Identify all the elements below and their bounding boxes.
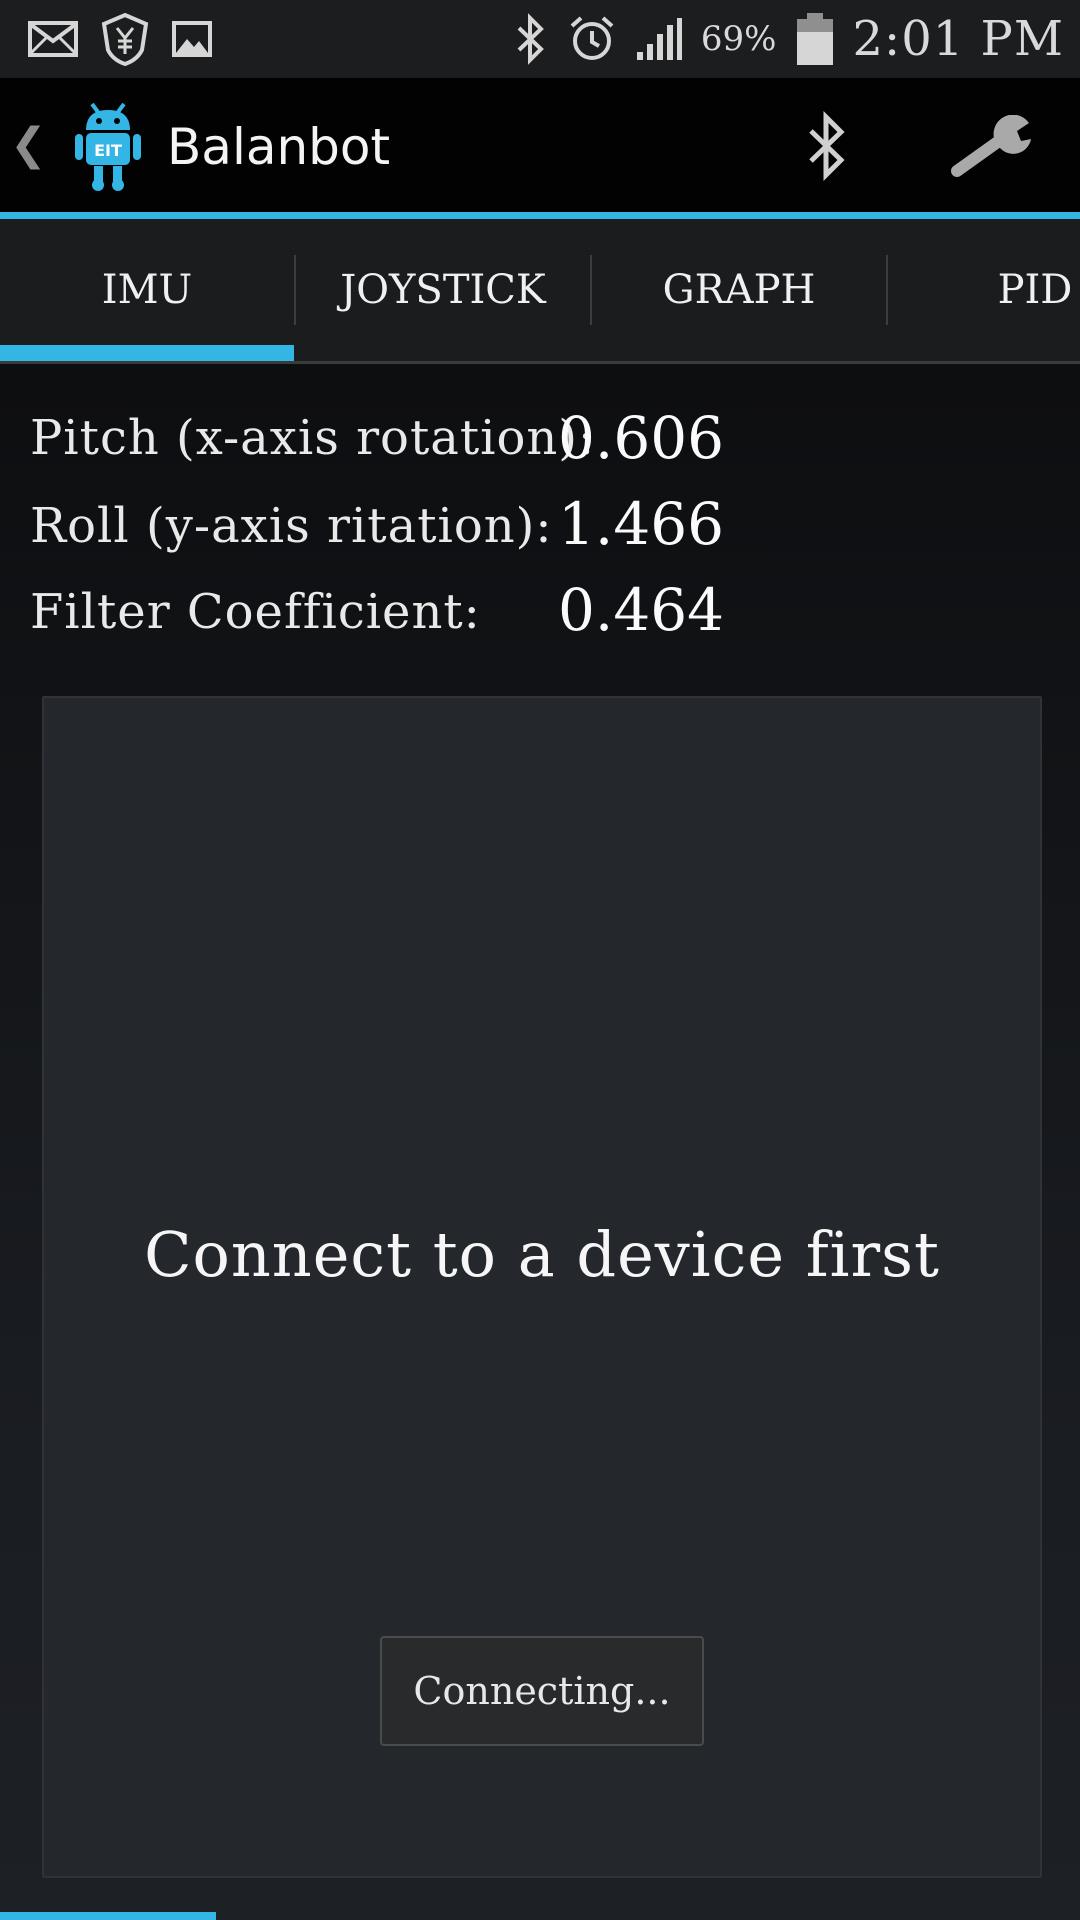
shield-rupee-icon — [100, 12, 150, 66]
action-bar: ❮ EIT Balanbot — [0, 78, 1080, 213]
bluetooth-icon — [513, 13, 549, 65]
battery-icon — [795, 12, 835, 66]
roll-label: Roll (y-axis ritation): — [30, 498, 553, 554]
bottom-accent-strip — [0, 1912, 216, 1920]
mail-icon — [28, 21, 78, 57]
alarm-icon — [567, 14, 617, 64]
tab-joystick[interactable]: JOYSTICK — [296, 219, 590, 361]
connecting-toast: Connecting... — [380, 1636, 704, 1746]
tab-bar: IMU JOYSTICK GRAPH PID — [0, 219, 1080, 364]
filter-coefficient-label: Filter Coefficient: — [30, 584, 481, 640]
tab-imu[interactable]: IMU — [0, 219, 294, 361]
app-title: Balanbot — [167, 118, 391, 176]
app-logo[interactable]: EIT — [72, 96, 144, 192]
filter-coefficient-value: 0.464 — [558, 576, 725, 644]
wrench-icon[interactable] — [948, 108, 1038, 188]
battery-percent: 69% — [700, 19, 777, 59]
status-bar: 69% 2:01 PM — [0, 0, 1080, 78]
pitch-label: Pitch (x-axis rotation): — [30, 410, 596, 466]
bluetooth-icon[interactable] — [792, 103, 862, 189]
selected-tab-indicator — [0, 345, 294, 361]
gallery-icon — [172, 21, 212, 57]
tab-graph[interactable]: GRAPH — [592, 219, 886, 361]
pitch-value: 0.606 — [558, 404, 725, 472]
imu-content: Pitch (x-axis rotation): 0.606 Roll (y-a… — [0, 364, 1080, 1920]
chevron-left-icon[interactable]: ❮ — [10, 114, 47, 174]
signal-icon — [635, 16, 683, 62]
imu-visual-panel: Connect to a device first Connecting... — [42, 696, 1042, 1878]
action-bar-divider — [0, 212, 1080, 219]
clock: 2:01 PM — [852, 11, 1064, 67]
logo-text: EIT — [94, 141, 122, 160]
connect-message: Connect to a device first — [144, 1218, 940, 1291]
roll-value: 1.466 — [558, 490, 725, 558]
tab-pid[interactable]: PID — [888, 219, 1080, 361]
